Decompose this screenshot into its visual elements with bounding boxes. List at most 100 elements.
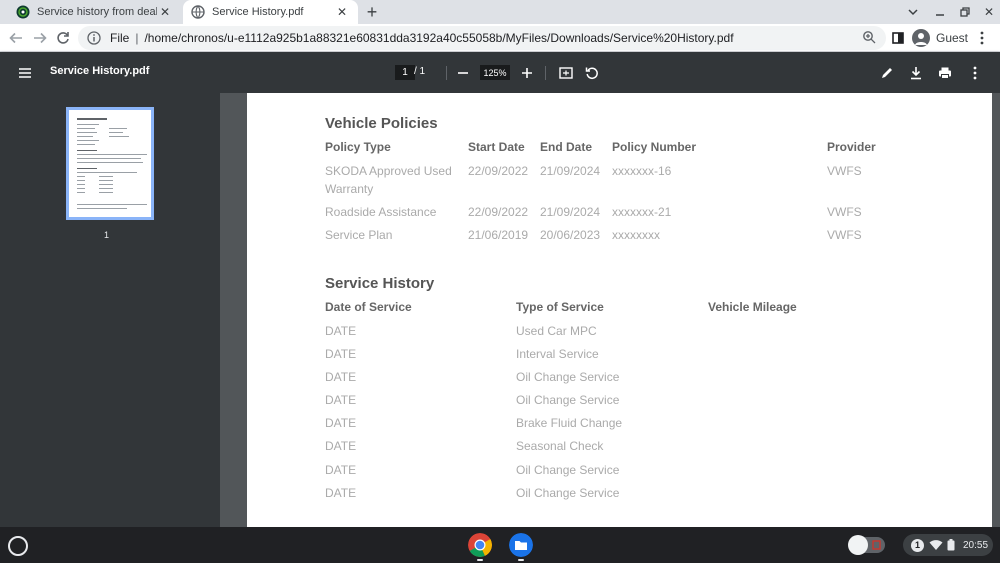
policy-end: 21/09/2024 bbox=[540, 205, 601, 219]
globe-icon bbox=[191, 5, 205, 19]
battery-icon bbox=[947, 539, 955, 551]
url-scheme: File bbox=[110, 31, 130, 45]
policy-number: xxxxxxx-16 bbox=[612, 164, 672, 178]
thumb-line bbox=[77, 180, 85, 181]
thumb-line bbox=[77, 128, 95, 129]
close-icon[interactable]: ✕ bbox=[334, 4, 350, 20]
service-date: DATE bbox=[325, 439, 357, 453]
service-type: Oil Change Service bbox=[516, 486, 620, 500]
zoom-level-input[interactable]: 125% bbox=[480, 65, 510, 80]
annotate-pen-icon[interactable] bbox=[878, 64, 896, 82]
thumb-line bbox=[77, 162, 143, 163]
thumb-line bbox=[77, 124, 99, 125]
column-header: Policy Number bbox=[612, 140, 697, 154]
document-viewport[interactable]: Vehicle Policies Policy Type Start Date … bbox=[220, 93, 1000, 527]
rotate-icon[interactable] bbox=[583, 64, 601, 82]
column-header: Date of Service bbox=[325, 300, 412, 314]
policy-provider: VWFS bbox=[827, 228, 862, 242]
thumb-line bbox=[77, 168, 97, 169]
service-date: DATE bbox=[325, 324, 357, 338]
policy-end: 20/06/2023 bbox=[540, 228, 601, 242]
policy-provider: VWFS bbox=[827, 164, 862, 178]
policy-end: 21/09/2024 bbox=[540, 164, 601, 178]
download-icon[interactable] bbox=[907, 64, 925, 82]
policy-start: 21/06/2019 bbox=[468, 228, 529, 242]
print-icon[interactable] bbox=[936, 64, 954, 82]
policy-type: Roadside Assistance bbox=[325, 205, 437, 219]
policy-number: xxxxxxxx bbox=[612, 228, 660, 242]
column-header: Vehicle Mileage bbox=[708, 300, 797, 314]
skoda-favicon-icon bbox=[16, 5, 30, 19]
column-header: Provider bbox=[827, 140, 876, 154]
thumb-line bbox=[77, 154, 147, 155]
running-indicator bbox=[518, 559, 524, 561]
back-icon[interactable] bbox=[6, 28, 26, 48]
thumb-line bbox=[77, 140, 99, 141]
more-options-icon[interactable] bbox=[966, 64, 984, 82]
url-text: /home/chronos/u-e1112a925b1a88321e60831d… bbox=[144, 31, 734, 45]
close-icon[interactable]: ✕ bbox=[157, 4, 173, 20]
forward-icon[interactable] bbox=[30, 28, 50, 48]
service-type: Oil Change Service bbox=[516, 393, 620, 407]
page-total: / 1 bbox=[414, 66, 426, 77]
wifi-icon bbox=[929, 540, 943, 550]
policy-type: Warranty bbox=[325, 182, 374, 196]
fit-page-icon[interactable] bbox=[557, 64, 575, 82]
thumbnail-page-number: 1 bbox=[104, 230, 110, 240]
toggle-switch-icon[interactable] bbox=[847, 534, 887, 556]
thumb-line bbox=[99, 184, 113, 185]
minimize-icon[interactable] bbox=[927, 0, 953, 24]
tab-title: Service history from dealer - Skoda bbox=[37, 6, 157, 18]
thumb-line bbox=[77, 158, 141, 159]
thumb-line bbox=[77, 204, 147, 205]
avatar bbox=[912, 29, 930, 47]
reload-icon[interactable] bbox=[53, 28, 73, 48]
restore-icon[interactable] bbox=[952, 0, 978, 24]
tab-service-history-dealer[interactable]: Service history from dealer - Skoda ✕ bbox=[8, 0, 181, 24]
thumb-line bbox=[77, 184, 85, 185]
profile-label: Guest bbox=[936, 31, 969, 45]
profile-button[interactable]: Guest bbox=[912, 26, 970, 50]
status-tray[interactable]: 1 20:55 bbox=[903, 534, 993, 556]
chrome-menu-icon[interactable] bbox=[980, 28, 984, 48]
system-shelf: 1 20:55 bbox=[0, 527, 1000, 563]
zoom-out-icon[interactable] bbox=[454, 64, 472, 82]
column-header: Policy Type bbox=[325, 140, 391, 154]
thumb-line bbox=[99, 176, 113, 177]
thumb-line bbox=[99, 192, 113, 193]
service-history-heading: Service History bbox=[325, 275, 435, 292]
thumb-line bbox=[77, 144, 95, 145]
running-indicator bbox=[477, 559, 483, 561]
zoom-icon[interactable] bbox=[862, 30, 878, 46]
service-type: Brake Fluid Change bbox=[516, 416, 623, 430]
thumb-line bbox=[77, 176, 85, 177]
service-type: Seasonal Check bbox=[516, 439, 604, 453]
info-icon[interactable] bbox=[86, 30, 102, 46]
zoom-in-icon[interactable] bbox=[518, 64, 536, 82]
thumb-line bbox=[99, 180, 113, 181]
policy-start: 22/09/2022 bbox=[468, 164, 529, 178]
side-panel-icon[interactable] bbox=[892, 28, 904, 48]
hamburger-menu-icon[interactable] bbox=[16, 64, 34, 82]
page-thumbnail[interactable] bbox=[66, 107, 154, 220]
page-number-input[interactable]: 1 bbox=[395, 65, 415, 80]
tab-search-icon[interactable] bbox=[900, 0, 926, 24]
service-date: DATE bbox=[325, 370, 357, 384]
chrome-app-icon[interactable] bbox=[468, 533, 492, 557]
divider bbox=[446, 66, 447, 80]
service-date: DATE bbox=[325, 393, 357, 407]
pdf-page: Vehicle Policies Policy Type Start Date … bbox=[247, 93, 992, 527]
address-bar[interactable]: File | /home/chronos/u-e1112a925b1a88321… bbox=[78, 26, 886, 50]
tab-service-history-pdf[interactable]: Service History.pdf ✕ bbox=[183, 0, 358, 24]
launcher-button[interactable] bbox=[8, 536, 28, 556]
policy-number: xxxxxxx-21 bbox=[612, 205, 672, 219]
close-window-icon[interactable]: ✕ bbox=[976, 0, 1000, 24]
service-date: DATE bbox=[325, 416, 357, 430]
files-app-icon[interactable] bbox=[509, 533, 533, 557]
browser-toolbar: File | /home/chronos/u-e1112a925b1a88321… bbox=[0, 24, 1000, 52]
new-tab-button[interactable]: + bbox=[362, 2, 382, 22]
thumb-line bbox=[109, 136, 129, 137]
thumb-line bbox=[77, 136, 93, 137]
notification-count: 1 bbox=[914, 540, 920, 550]
url-separator: | bbox=[135, 31, 139, 45]
